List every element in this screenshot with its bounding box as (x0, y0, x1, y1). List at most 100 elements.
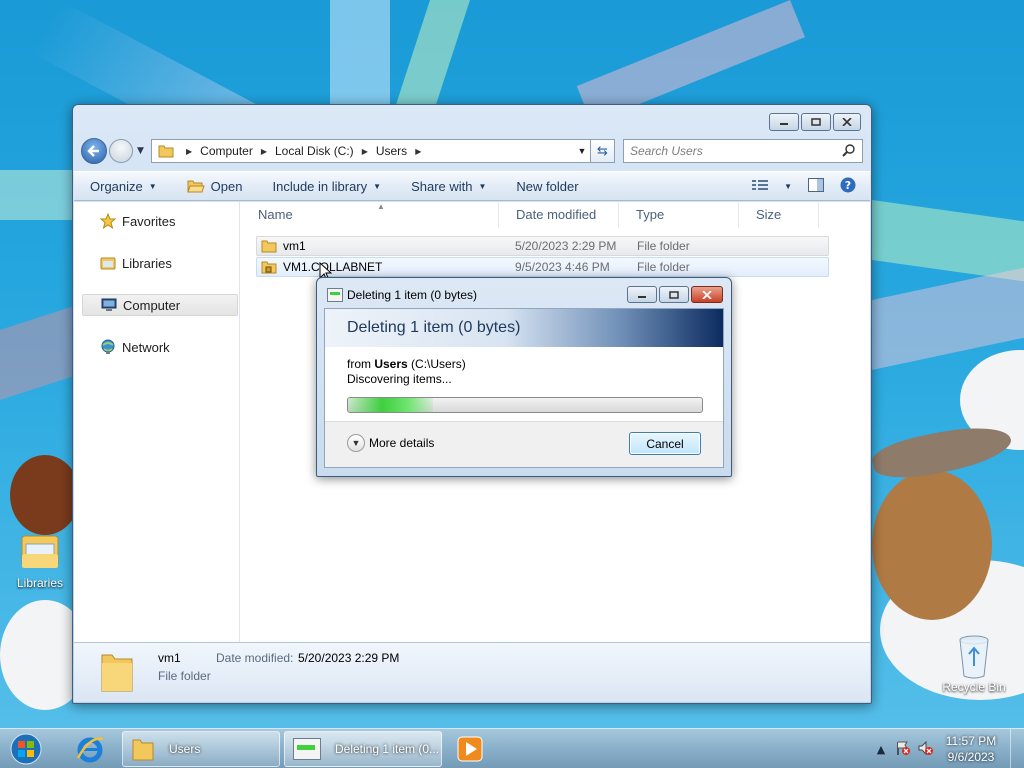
desktop-libraries[interactable]: Libraries (8, 528, 72, 590)
system-tray: ▲ 11:57 PM 9/6/2023 (870, 729, 1024, 768)
back-button[interactable] (81, 138, 107, 164)
libraries-icon (100, 257, 116, 270)
caret-down-icon: ▼ (478, 181, 487, 191)
preview-pane-icon[interactable] (808, 177, 824, 195)
desktop-recycle-bin[interactable]: Recycle Bin (942, 632, 1006, 694)
file-name: vm1 (283, 239, 306, 253)
refresh-icon: ⇆ (597, 143, 608, 159)
caret-down-icon: ▼ (148, 181, 157, 191)
column-date-modified[interactable]: Date modified (499, 202, 619, 228)
windows-logo-icon (10, 733, 42, 765)
navigation-bar: ▼ ▶ Computer ▶ Local Disk (C:) ▶ Users ▶ ▼ … (81, 137, 863, 165)
progress-bar-fill (348, 398, 433, 412)
folder-icon (101, 654, 133, 692)
file-type: File folder (637, 260, 690, 274)
organize-menu[interactable]: Organize ▼ (90, 179, 157, 194)
star-icon (100, 213, 116, 229)
breadcrumb-computer[interactable]: Computer ▶ (200, 144, 275, 158)
delete-progress-icon (327, 288, 343, 302)
file-date: 5/20/2023 2:29 PM (515, 239, 617, 253)
locked-folder-icon (261, 261, 277, 274)
taskbar-users-window[interactable]: Users (122, 731, 280, 767)
action-center-flag-icon[interactable] (892, 740, 914, 759)
file-type: File folder (637, 239, 690, 253)
taskbar-clock[interactable]: 11:57 PM 9/6/2023 (936, 733, 1006, 765)
change-view-icon[interactable] (752, 179, 769, 194)
refresh-button[interactable]: ⇆ (591, 139, 615, 163)
dialog-status: Discovering items... (347, 372, 452, 386)
dialog-maximize-button[interactable] (659, 286, 689, 303)
details-type: File folder (158, 669, 211, 683)
volume-muted-icon[interactable] (914, 740, 936, 759)
cancel-button[interactable]: Cancel (629, 432, 701, 455)
dialog-source: from Users (C:\Users) (347, 357, 466, 371)
details-date-label: Date modified: (216, 651, 294, 665)
details-name: vm1 (158, 651, 181, 665)
taskbar-media-player[interactable] (446, 732, 494, 766)
source-folder-path: (C:\Users) (411, 357, 466, 371)
command-bar: Organize ▼ Open Include in library ▼ Share… (74, 171, 870, 201)
search-icon[interactable] (842, 143, 862, 160)
search-box[interactable]: Search Users (623, 139, 863, 163)
recent-pages-dropdown[interactable]: ▼ (137, 146, 147, 156)
nav-computer[interactable]: Computer (82, 294, 238, 316)
folder-icon (132, 739, 154, 761)
forward-button[interactable] (109, 139, 133, 163)
dialog-caption-buttons (627, 286, 723, 303)
address-dropdown-icon[interactable]: ▼ (574, 146, 590, 156)
dialog-title: Deleting 1 item (0 bytes) (347, 288, 478, 302)
desktop-recycle-bin-label: Recycle Bin (942, 680, 1006, 694)
folder-icon (261, 240, 277, 253)
delete-progress-dialog: Deleting 1 item (0 bytes) Deleting 1 ite… (316, 277, 732, 477)
window-caption-buttons (769, 113, 861, 131)
maximize-button[interactable] (801, 113, 831, 131)
internet-explorer-icon (76, 737, 104, 763)
file-date: 9/5/2023 4:46 PM (515, 260, 610, 274)
start-button[interactable] (6, 732, 46, 766)
include-in-library-menu[interactable]: Include in library ▼ (272, 179, 381, 194)
breadcrumb-users[interactable]: Users ▶ (376, 144, 430, 158)
breadcrumb-arrow-icon[interactable]: ▶ (261, 147, 267, 156)
close-button[interactable] (833, 113, 861, 131)
dialog-close-button[interactable] (691, 286, 723, 303)
svg-text:?: ? (845, 179, 851, 192)
view-options-dropdown-icon[interactable]: ▼ (784, 182, 792, 191)
column-headers: Name ▲ Date modified Type Size (241, 202, 830, 228)
taskbar-internet-explorer[interactable] (66, 732, 114, 766)
share-with-menu[interactable]: Share with ▼ (411, 179, 486, 194)
desktop-libraries-label: Libraries (16, 576, 64, 590)
taskbar-deleting-window[interactable]: Deleting 1 item (0... (284, 731, 442, 767)
column-name[interactable]: Name ▲ (241, 202, 499, 228)
breadcrumb-local-disk[interactable]: Local Disk (C:) ▶ (275, 144, 376, 158)
breadcrumb-arrow-icon[interactable]: ▶ (362, 147, 368, 156)
chevron-down-icon: ▼ (347, 434, 365, 452)
details-date-value: 5/20/2023 2:29 PM (298, 651, 400, 665)
minimize-button[interactable] (769, 113, 799, 131)
more-details-toggle[interactable]: ▼ More details (347, 434, 434, 452)
sort-ascending-icon: ▲ (377, 202, 385, 211)
caret-down-icon: ▼ (373, 181, 382, 191)
nav-libraries[interactable]: Libraries (82, 252, 238, 274)
folder-icon (158, 145, 174, 158)
libraries-icon (18, 528, 62, 572)
breadcrumb-arrow-icon[interactable]: ▶ (186, 147, 192, 156)
column-size[interactable]: Size (739, 202, 819, 228)
show-hidden-icons-icon[interactable]: ▲ (870, 743, 892, 756)
help-icon[interactable]: ? (840, 177, 856, 196)
breadcrumb-arrow-icon[interactable]: ▶ (415, 147, 421, 156)
media-player-icon (457, 736, 483, 762)
nav-network[interactable]: Network (82, 336, 238, 358)
dialog-body: Deleting 1 item (0 bytes) from Users (C:… (324, 308, 724, 468)
show-desktop-button[interactable] (1010, 729, 1024, 768)
file-row[interactable]: VM1.COLLABNET 9/5/2023 4:46 PM File fold… (256, 257, 829, 277)
network-icon (101, 339, 115, 354)
open-folder-icon (186, 180, 205, 193)
dialog-footer: ▼ More details Cancel (325, 421, 723, 467)
new-folder-button[interactable]: New folder (516, 179, 578, 194)
nav-favorites[interactable]: Favorites (82, 210, 238, 232)
column-type[interactable]: Type (619, 202, 739, 228)
dialog-minimize-button[interactable] (627, 286, 657, 303)
open-button[interactable]: Open (186, 179, 242, 194)
address-bar[interactable]: ▶ Computer ▶ Local Disk (C:) ▶ Users ▶ ▼ (151, 139, 591, 163)
file-row[interactable]: vm1 5/20/2023 2:29 PM File folder (256, 236, 829, 256)
